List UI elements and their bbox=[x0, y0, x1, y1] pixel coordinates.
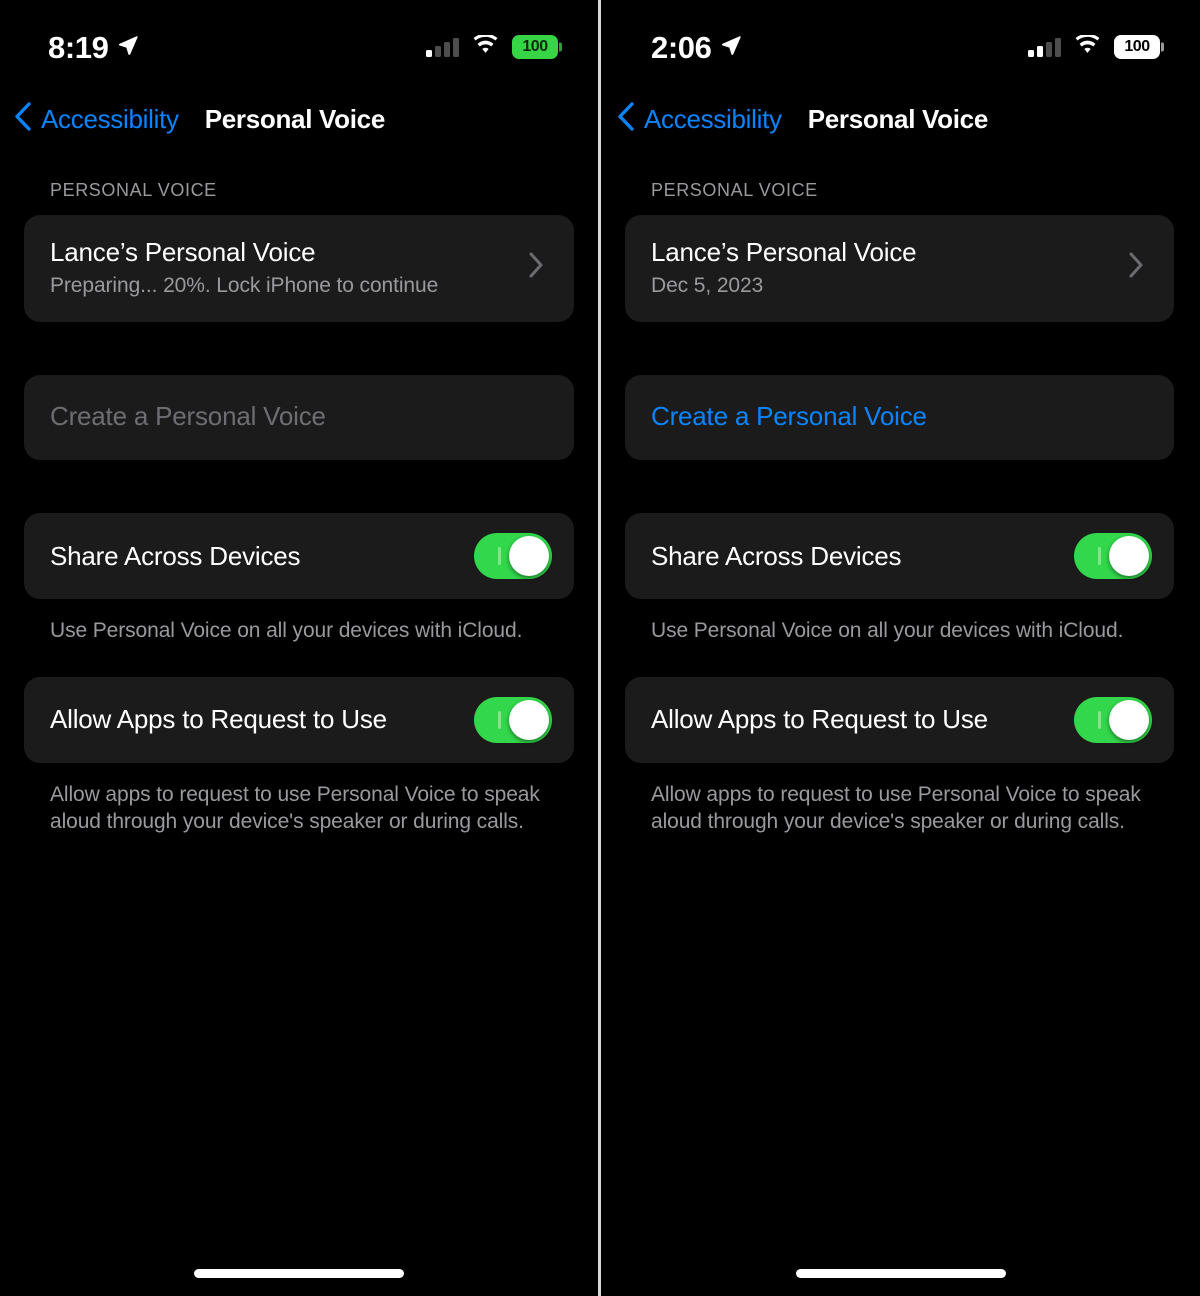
personal-voice-card: Lance’s Personal Voice Dec 5, 2023 bbox=[625, 215, 1174, 322]
allow-apps-toggle[interactable] bbox=[474, 696, 552, 743]
share-across-devices-label: Share Across Devices bbox=[651, 540, 902, 571]
chevron-left-icon bbox=[617, 102, 634, 136]
toggle-on-marker bbox=[1098, 547, 1101, 565]
share-across-devices-card: Share Across Devices bbox=[24, 513, 574, 599]
toggle-knob bbox=[509, 699, 549, 740]
share-across-devices-row[interactable]: Share Across Devices bbox=[625, 513, 1174, 599]
phone-screen-right: 2:06 100 Accessibility Personal Voice PE… bbox=[601, 0, 1200, 1296]
toggle-on-marker bbox=[498, 547, 501, 565]
create-personal-voice-button[interactable]: Create a Personal Voice bbox=[24, 375, 574, 460]
create-voice-card: Create a Personal Voice bbox=[24, 375, 574, 460]
share-across-devices-toggle[interactable] bbox=[1074, 533, 1152, 579]
settings-content: PERSONAL VOICE Lance’s Personal Voice De… bbox=[601, 150, 1200, 836]
share-across-devices-label: Share Across Devices bbox=[50, 540, 301, 571]
status-clock: 8:19 bbox=[48, 29, 109, 65]
battery-percent-label: 100 bbox=[1124, 38, 1150, 55]
section-header-personal-voice: PERSONAL VOICE bbox=[651, 180, 818, 200]
status-bar: 2:06 100 bbox=[601, 0, 1200, 88]
phone-screen-left: 8:19 100 Accessibility Personal Voice PE… bbox=[0, 0, 598, 1296]
share-across-devices-footnote: Use Personal Voice on all your devices w… bbox=[651, 619, 1124, 642]
status-clock: 2:06 bbox=[651, 29, 712, 65]
battery-nub bbox=[559, 42, 562, 52]
status-bar-left: 8:19 bbox=[48, 32, 139, 63]
personal-voice-texts: Lance’s Personal Voice Preparing... 20%.… bbox=[50, 237, 438, 298]
navigation-bar: Accessibility Personal Voice bbox=[601, 88, 1200, 150]
navigation-bar: Accessibility Personal Voice bbox=[0, 88, 598, 150]
personal-voice-card: Lance’s Personal Voice Preparing... 20%.… bbox=[24, 215, 574, 322]
cellular-signal-icon bbox=[426, 37, 459, 57]
allow-apps-row[interactable]: Allow Apps to Request to Use bbox=[24, 677, 574, 763]
chevron-right-icon bbox=[529, 252, 544, 283]
allow-apps-footnote: Allow apps to request to use Personal Vo… bbox=[50, 782, 540, 834]
back-button[interactable]: Accessibility bbox=[14, 102, 179, 136]
toggle-on-marker bbox=[498, 710, 501, 729]
battery-indicator: 100 bbox=[1114, 35, 1164, 59]
allow-apps-card: Allow Apps to Request to Use bbox=[24, 676, 574, 763]
personal-voice-row[interactable]: Lance’s Personal Voice Preparing... 20%.… bbox=[24, 215, 574, 322]
screenshot-stage: 8:19 100 Accessibility Personal Voice PE… bbox=[0, 0, 1200, 1296]
cellular-signal-icon bbox=[1028, 37, 1061, 57]
create-personal-voice-button[interactable]: Create a Personal Voice bbox=[625, 375, 1174, 460]
allow-apps-toggle[interactable] bbox=[1074, 696, 1152, 743]
location-arrow-icon bbox=[117, 34, 139, 61]
toggle-knob bbox=[1109, 536, 1149, 576]
personal-voice-texts: Lance’s Personal Voice Dec 5, 2023 bbox=[651, 237, 917, 298]
allow-apps-card: Allow Apps to Request to Use bbox=[625, 676, 1174, 763]
personal-voice-name: Lance’s Personal Voice bbox=[50, 237, 316, 267]
status-bar-left: 2:06 bbox=[651, 32, 742, 63]
personal-voice-status: Preparing... 20%. Lock iPhone to continu… bbox=[50, 274, 439, 297]
allow-apps-label: Allow Apps to Request to Use bbox=[651, 704, 988, 735]
home-indicator[interactable] bbox=[194, 1269, 404, 1278]
allow-apps-row[interactable]: Allow Apps to Request to Use bbox=[625, 677, 1174, 763]
chevron-right-icon bbox=[1129, 252, 1144, 283]
back-button[interactable]: Accessibility bbox=[617, 102, 782, 136]
allow-apps-footnote: Allow apps to request to use Personal Vo… bbox=[651, 782, 1141, 834]
battery-percent-label: 100 bbox=[522, 38, 548, 55]
back-button-label: Accessibility bbox=[644, 103, 782, 134]
share-across-devices-footnote: Use Personal Voice on all your devices w… bbox=[50, 619, 523, 642]
status-bar-right: 100 bbox=[1028, 33, 1164, 60]
page-title: Personal Voice bbox=[807, 103, 989, 134]
settings-content: PERSONAL VOICE Lance’s Personal Voice Pr… bbox=[0, 150, 598, 836]
battery-indicator: 100 bbox=[512, 35, 562, 59]
location-arrow-icon bbox=[720, 34, 742, 61]
allow-apps-label: Allow Apps to Request to Use bbox=[50, 704, 387, 735]
toggle-knob bbox=[509, 536, 549, 576]
personal-voice-status: Dec 5, 2023 bbox=[651, 274, 764, 297]
share-across-devices-card: Share Across Devices bbox=[625, 513, 1174, 599]
personal-voice-row[interactable]: Lance’s Personal Voice Dec 5, 2023 bbox=[625, 215, 1174, 322]
back-button-label: Accessibility bbox=[41, 103, 179, 134]
chevron-left-icon bbox=[14, 102, 31, 136]
toggle-on-marker bbox=[1098, 710, 1101, 729]
share-across-devices-row[interactable]: Share Across Devices bbox=[24, 513, 574, 599]
wifi-icon bbox=[472, 33, 499, 60]
create-voice-card: Create a Personal Voice bbox=[625, 375, 1174, 460]
wifi-icon bbox=[1074, 33, 1101, 60]
battery-nub bbox=[1161, 42, 1164, 52]
status-bar: 8:19 100 bbox=[0, 0, 598, 88]
toggle-knob bbox=[1109, 699, 1149, 740]
personal-voice-name: Lance’s Personal Voice bbox=[651, 237, 917, 267]
share-across-devices-toggle[interactable] bbox=[474, 533, 552, 579]
section-header-personal-voice: PERSONAL VOICE bbox=[50, 180, 217, 200]
status-bar-right: 100 bbox=[426, 33, 562, 60]
page-title: Personal Voice bbox=[204, 103, 386, 134]
home-indicator[interactable] bbox=[795, 1269, 1006, 1278]
